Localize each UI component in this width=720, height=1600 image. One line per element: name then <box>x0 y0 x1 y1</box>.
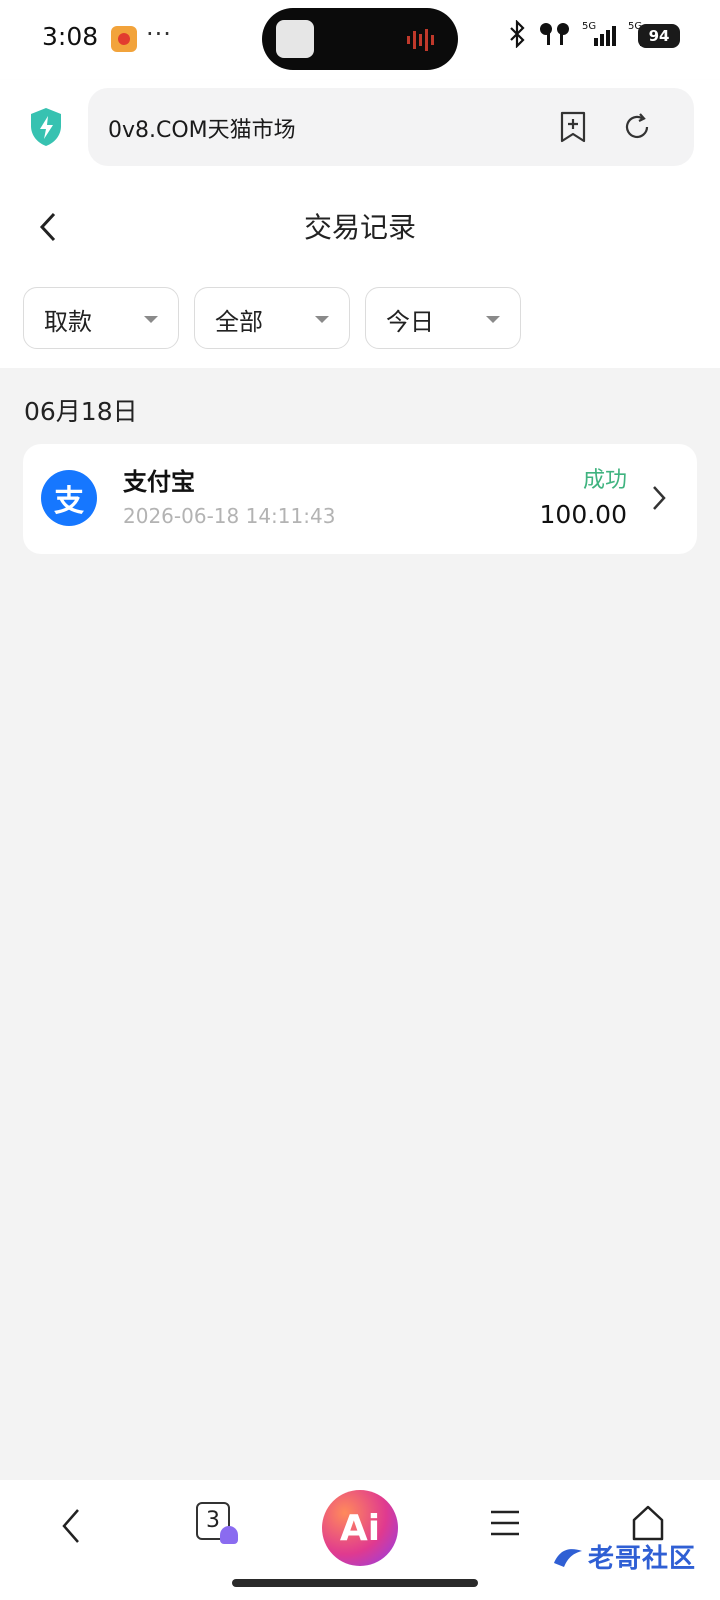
add-bookmark-icon[interactable] <box>556 110 590 144</box>
ai-assistant-button[interactable]: Ai <box>322 1490 398 1566</box>
battery-indicator: 94 <box>638 24 680 48</box>
filter-status-label: 全部 <box>215 308 263 336</box>
browser-toolbar: 0v8.COM天猫市场 <box>0 80 720 186</box>
watermark-logo: 老哥社区 <box>552 1536 708 1576</box>
transaction-status: 成功 <box>582 468 627 493</box>
dragon-logo-icon <box>554 1549 582 1567</box>
signal-5g-icon: 5G <box>582 21 616 46</box>
home-indicator[interactable] <box>232 1579 478 1587</box>
filter-date-dropdown[interactable]: 今日 <box>365 287 521 349</box>
alipay-icon: 支 <box>41 470 97 526</box>
svg-text:5G: 5G <box>582 21 596 32</box>
earbuds-icon <box>540 23 569 45</box>
address-bar[interactable]: 0v8.COM天猫市场 <box>88 88 694 166</box>
transaction-amount: 100.00 <box>539 500 627 529</box>
chevron-right-icon <box>653 486 666 510</box>
audio-wave-icon <box>407 29 434 51</box>
filter-date-label: 今日 <box>386 308 434 336</box>
media-thumbnail <box>276 20 314 58</box>
tabs-button[interactable]: 3 <box>196 1502 240 1548</box>
filter-status-dropdown[interactable]: 全部 <box>194 287 350 349</box>
transaction-card[interactable]: 支 支付宝 2026-06-18 14:11:43 成功 100.00 <box>23 444 697 554</box>
url-text[interactable]: 0v8.COM天猫市场 <box>108 112 296 144</box>
nav-back-icon[interactable] <box>58 1506 86 1546</box>
filter-type-label: 取款 <box>44 308 92 336</box>
more-notifications-icon: ··· <box>146 20 172 48</box>
refresh-icon[interactable] <box>620 110 654 144</box>
chevron-down-icon <box>315 316 329 323</box>
transaction-name: 支付宝 <box>123 468 195 496</box>
chevron-down-icon <box>486 316 500 323</box>
page-header: 交易记录 <box>0 186 720 270</box>
date-group-header: 06月18日 <box>24 397 138 426</box>
chevron-down-icon <box>144 316 158 323</box>
menu-icon[interactable] <box>488 1506 522 1540</box>
filter-type-dropdown[interactable]: 取款 <box>23 287 179 349</box>
incognito-ghost-icon <box>220 1526 238 1544</box>
dynamic-island[interactable] <box>262 8 458 70</box>
page-title: 交易记录 <box>303 211 416 244</box>
watermark-text: 老哥社区 <box>588 1543 697 1574</box>
filter-row: 取款 全部 今日 <box>0 270 720 368</box>
notification-app-icon <box>111 26 137 52</box>
transaction-datetime: 2026-06-18 14:11:43 <box>123 504 336 528</box>
status-bar: 3:08 ··· 5G 5G 94 <box>0 0 720 80</box>
bluetooth-icon <box>510 20 525 48</box>
security-shield-icon[interactable] <box>28 106 64 148</box>
status-time: 3:08 <box>42 22 99 51</box>
